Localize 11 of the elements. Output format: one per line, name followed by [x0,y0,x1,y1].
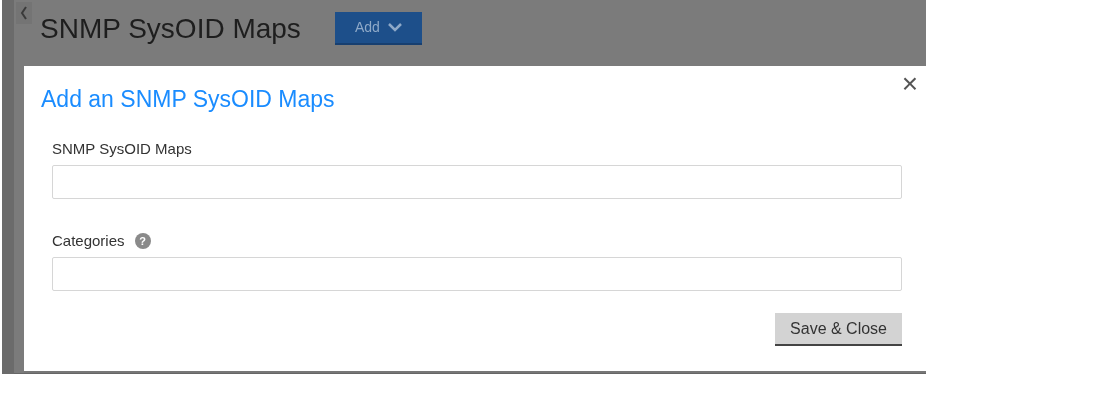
field-label: Categories [52,230,125,251]
chevron-down-icon [387,23,402,32]
page-title: SNMP SysOID Maps [40,14,301,43]
field-label: SNMP SysOID Maps [52,138,192,159]
input-field[interactable] [52,165,902,199]
dialog-title: Add an SNMP SysOID Maps [41,85,335,114]
back-button[interactable] [16,2,32,24]
close-button[interactable]: × [901,70,918,98]
save-close-button[interactable]: Save & Close [775,313,902,346]
input-field[interactable] [52,257,902,291]
chevron-left-icon [20,6,28,20]
